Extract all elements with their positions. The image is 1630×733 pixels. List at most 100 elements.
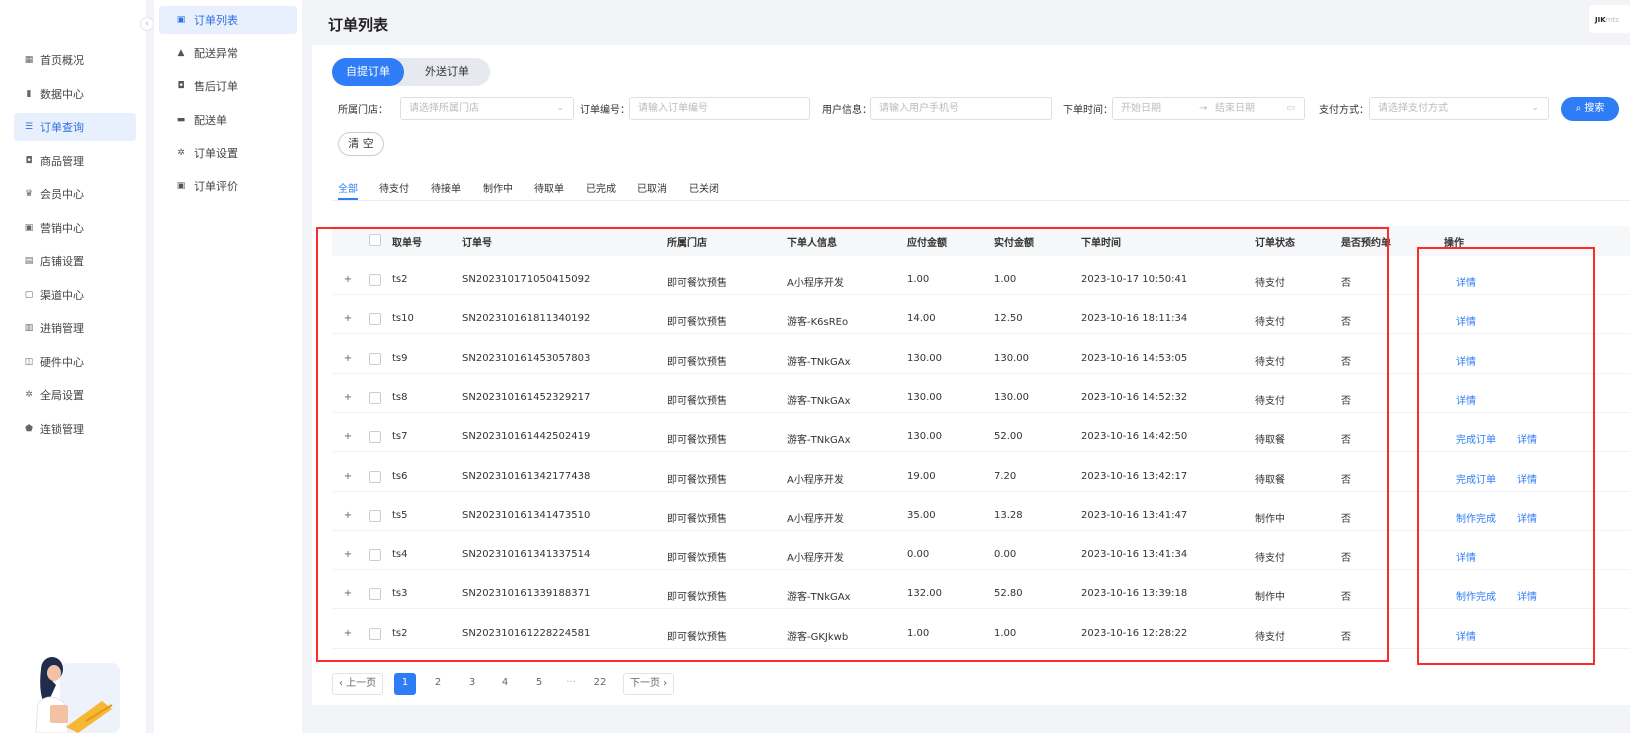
order-number-input[interactable]: 请输入订单编号 — [629, 97, 810, 120]
shield-icon: ⬟ — [25, 423, 33, 434]
user-brand-light: mts — [1605, 16, 1619, 24]
tab-5[interactable]: 已完成 — [586, 180, 616, 195]
sidebar-collapse-button[interactable]: ‹ — [140, 17, 154, 31]
main-sidebar: ▦ 首页概况 ▮ 数据中心 ☰ 订单查询 ◘ 商品管理 ♛ 会员中心 ▣ 营销中心 ▤ 店铺设置 ▢ 渠道中心… — [0, 0, 146, 733]
subnav-item-label: 订单设置 — [194, 146, 238, 160]
subnav-item-2[interactable]: ◘ 售后订单 — [159, 72, 297, 100]
tab-7[interactable]: 已关闭 — [689, 180, 719, 195]
secondary-sidebar: ▣ 订单列表 ▲ 配送异常 ◘ 售后订单 ▬ 配送单 ✲ 订单设置 ▣ 订单评价 — [154, 0, 302, 733]
pay-method-placeholder: 请选择支付方式 — [1378, 103, 1448, 114]
sidebar-item-label: 首页概况 — [40, 54, 84, 67]
page-ellipsis: ··· — [566, 677, 576, 688]
sidebar-item-label: 店铺设置 — [40, 255, 84, 268]
tab-6[interactable]: 已取消 — [637, 180, 667, 195]
sidebar-item-1[interactable]: ▮ 数据中心 — [14, 80, 136, 108]
user-filter-label: 用户信息： — [822, 105, 872, 116]
warning-icon: ▲ — [177, 48, 185, 59]
bag-icon: ◘ — [177, 81, 185, 92]
sidebar-item-label: 进销管理 — [40, 322, 84, 335]
sidebar-item-7[interactable]: ▢ 渠道中心 — [14, 281, 136, 309]
search-button[interactable]: ⌕ 搜索 — [1561, 97, 1619, 121]
gear-icon: ✲ — [177, 147, 185, 158]
subnav-item-3[interactable]: ▬ 配送单 — [159, 106, 297, 134]
comment-icon: ▣ — [176, 181, 186, 191]
sidebar-item-10[interactable]: ✲ 全局设置 — [14, 381, 136, 409]
store-icon: ▤ — [24, 256, 34, 266]
start-date-placeholder: 开始日期 — [1121, 103, 1161, 114]
subnav-item-label: 售后订单 — [194, 80, 238, 94]
sidebar-item-label: 全局设置 — [40, 389, 84, 402]
order-number-placeholder: 请输入订单编号 — [638, 103, 708, 114]
user-avatar[interactable]: JIKmts — [1589, 5, 1630, 33]
bar-chart-icon: ▮ — [26, 88, 32, 99]
main-nav: ▦ 首页概况 ▮ 数据中心 ☰ 订单查询 ◘ 商品管理 ♛ 会员中心 ▣ 营销中心 ▤ 店铺设置 ▢ 渠道中心… — [14, 46, 136, 448]
store-filter-label: 所属门店： — [338, 105, 388, 116]
clear-button[interactable]: 清 空 — [338, 132, 384, 156]
tab-3[interactable]: 制作中 — [483, 180, 513, 195]
date-range-picker[interactable]: 开始日期 → 结束日期 ▭ — [1112, 97, 1305, 120]
user-phone-input[interactable]: 请输入用户手机号 — [870, 97, 1052, 120]
user-brand-bold: JIK — [1595, 16, 1606, 24]
assistant-illustration — [26, 655, 126, 733]
page-3[interactable]: 3 — [461, 673, 483, 695]
sidebar-item-label: 会员中心 — [40, 188, 84, 201]
sidebar-item-8[interactable]: ▥ 进销管理 — [14, 314, 136, 342]
sidebar-item-3[interactable]: ◘ 商品管理 — [14, 147, 136, 175]
sidebar-item-label: 订单查询 — [40, 121, 84, 134]
sidebar-item-label: 渠道中心 — [40, 288, 84, 302]
list-icon: ☰ — [24, 122, 34, 132]
table-highlight-box — [316, 227, 1389, 662]
sidebar-item-0[interactable]: ▦ 首页概况 — [14, 46, 136, 74]
segment-pickup[interactable]: 自提订单 — [332, 58, 404, 86]
pay-method-select[interactable]: 请选择支付方式 ⌄ — [1369, 97, 1549, 120]
end-date-placeholder: 结束日期 — [1215, 103, 1255, 114]
subnav-item-label: 配送单 — [194, 113, 227, 127]
user-phone-placeholder: 请输入用户手机号 — [879, 103, 959, 114]
tab-0[interactable]: 全部 — [338, 180, 358, 195]
tab-1[interactable]: 待支付 — [379, 180, 409, 195]
chevron-down-icon: ⌄ — [1531, 103, 1539, 113]
page-2[interactable]: 2 — [427, 673, 449, 695]
page-last[interactable]: 22 — [589, 673, 611, 695]
time-filter-label: 下单时间： — [1063, 105, 1113, 116]
subnav-item-label: 配送异常 — [194, 47, 238, 61]
store-select-placeholder: 请选择所属门店 — [409, 103, 479, 114]
next-page-button[interactable]: 下一页 › — [623, 673, 675, 695]
tab-2[interactable]: 待接单 — [431, 180, 461, 195]
calendar-icon: ▭ — [1286, 103, 1295, 113]
page-title: 订单列表 — [328, 16, 389, 34]
subnav-item-0[interactable]: ▣ 订单列表 — [159, 6, 297, 34]
sidebar-item-9[interactable]: ◫ 硬件中心 — [14, 348, 136, 376]
crown-icon: ♛ — [24, 189, 34, 199]
subnav-item-1[interactable]: ▲ 配送异常 — [159, 39, 297, 67]
page-4[interactable]: 4 — [494, 673, 516, 695]
subnav-item-4[interactable]: ✲ 订单设置 — [159, 139, 297, 167]
sidebar-item-label: 硬件中心 — [40, 355, 84, 369]
sidebar-item-2[interactable]: ☰ 订单查询 — [14, 113, 136, 141]
sidebar-item-4[interactable]: ♛ 会员中心 — [14, 180, 136, 208]
device-icon: ◫ — [24, 356, 34, 367]
subnav-item-5[interactable]: ▣ 订单评价 — [159, 172, 297, 200]
bag-icon: ◘ — [25, 155, 33, 166]
sidebar-item-11[interactable]: ⬟ 连锁管理 — [14, 415, 136, 443]
prev-page-button[interactable]: ‹ 上一页 — [332, 673, 384, 695]
sidebar-item-5[interactable]: ▣ 营销中心 — [14, 214, 136, 242]
order-filter-label: 订单编号： — [580, 105, 630, 116]
tab-4[interactable]: 待取单 — [534, 180, 564, 195]
tabs-divider — [332, 200, 1630, 201]
sidebar-item-6[interactable]: ▤ 店铺设置 — [14, 247, 136, 275]
truck-icon: ▬ — [176, 114, 186, 125]
segment-delivery[interactable]: 外送订单 — [404, 58, 490, 86]
gear-icon: ✲ — [25, 390, 33, 400]
inventory-icon: ▥ — [24, 323, 34, 333]
order-type-switch: 自提订单 外送订单 — [332, 58, 490, 86]
page-5[interactable]: 5 — [528, 673, 550, 695]
gift-icon: ▣ — [24, 222, 34, 233]
page-1[interactable]: 1 — [394, 673, 416, 695]
store-select[interactable]: 请选择所属门店 ⌄ — [400, 97, 574, 120]
channel-icon: ▢ — [24, 289, 34, 300]
subnav-item-label: 订单列表 — [194, 14, 238, 27]
range-arrow-icon: → — [1199, 103, 1208, 114]
search-button-label: 搜索 — [1584, 103, 1605, 114]
chevron-down-icon: ⌄ — [556, 103, 564, 113]
